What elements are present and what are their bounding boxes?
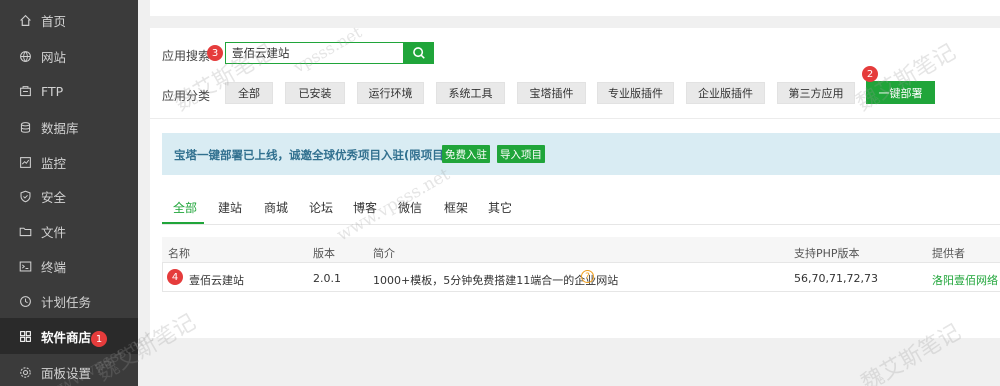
step-badge: 4 <box>167 269 183 285</box>
sidebar-item-label: 数据库 <box>41 120 79 136</box>
sidebar-item-label: 软件商店 <box>41 329 92 345</box>
column-header-provider[interactable]: 提供者 <box>932 245 965 261</box>
tab-other[interactable]: 其它 <box>488 199 512 216</box>
shield-icon <box>19 190 32 203</box>
category-one-click-deploy[interactable]: 一键部署 <box>866 81 935 104</box>
category-bt-plugins[interactable]: 宝塔插件 <box>517 82 586 104</box>
sidebar: 首页 网站 FTP 数据库 监控 安全 文件 终端 计划任务 软件商店 1 面板… <box>0 0 138 386</box>
divider <box>150 118 1000 119</box>
search-input[interactable] <box>226 43 403 63</box>
tab-framework[interactable]: 框架 <box>444 199 468 216</box>
app-php-versions: 56,70,71,72,73 <box>794 272 878 285</box>
category-all[interactable]: 全部 <box>225 82 273 104</box>
app-provider-link[interactable]: 洛阳壹佰网络 <box>932 272 998 288</box>
ftp-icon <box>19 85 32 98</box>
search-icon <box>412 46 426 60</box>
category-label: 应用分类 <box>162 89 211 103</box>
database-icon <box>19 121 32 134</box>
app-name[interactable]: 壹佰云建站 <box>189 272 244 288</box>
sidebar-item-ftp[interactable]: FTP <box>0 73 138 109</box>
sidebar-item-label: 终端 <box>41 259 67 275</box>
monitor-icon <box>19 156 32 169</box>
tab-mall[interactable]: 商城 <box>264 199 288 216</box>
category-pro-plugins[interactable]: 专业版插件 <box>597 82 674 104</box>
sidebar-item-label: 文件 <box>41 224 67 240</box>
category-installed[interactable]: 已安装 <box>285 82 345 104</box>
notice-text: 宝塔一键部署已上线，诚邀全球优秀项目入驻(限项目官方) <box>174 148 473 162</box>
sidebar-item-label: 面板设置 <box>41 365 92 381</box>
gear-icon <box>19 366 32 379</box>
free-join-button[interactable]: 免费入驻 <box>442 145 490 163</box>
sidebar-item-label: 计划任务 <box>41 294 92 310</box>
category-enterprise-plugins[interactable]: 企业版插件 <box>686 82 765 104</box>
category-runtime[interactable]: 运行环境 <box>357 82 424 104</box>
folder-icon <box>19 225 32 238</box>
sidebar-item-database[interactable]: 数据库 <box>0 109 138 145</box>
search-label: 应用搜索 <box>162 49 211 63</box>
app-version: 2.0.1 <box>313 272 341 285</box>
tab-blog[interactable]: 博客 <box>353 199 377 216</box>
step-badge: 3 <box>207 45 223 61</box>
apps-icon <box>19 330 32 343</box>
table-header <box>162 237 1000 263</box>
sidebar-item-terminal[interactable]: 终端 <box>0 248 138 284</box>
sidebar-item-cron[interactable]: 计划任务 <box>0 283 138 319</box>
clock-icon <box>19 295 32 308</box>
sidebar-item-label: 网站 <box>41 49 67 65</box>
sidebar-item-home[interactable]: 首页 <box>0 2 138 38</box>
tab-all[interactable]: 全部 <box>173 199 197 216</box>
column-header-description[interactable]: 简介 <box>373 245 395 261</box>
step-badge: 1 <box>91 331 107 347</box>
sidebar-item-app-store[interactable]: 软件商店 1 <box>0 318 138 354</box>
sidebar-item-label: 首页 <box>41 13 67 29</box>
globe-icon <box>19 50 32 63</box>
top-panel <box>150 0 1000 16</box>
category-third-party[interactable]: 第三方应用 <box>777 82 855 104</box>
sidebar-item-settings[interactable]: 面板设置 <box>0 354 138 386</box>
tab-forum[interactable]: 论坛 <box>309 199 333 216</box>
tab-website[interactable]: 建站 <box>218 199 242 216</box>
sidebar-item-files[interactable]: 文件 <box>0 213 138 249</box>
sidebar-item-label: 监控 <box>41 155 67 171</box>
column-header-php-versions[interactable]: 支持PHP版本 <box>794 245 860 261</box>
sidebar-item-monitor[interactable]: 监控 <box>0 144 138 180</box>
help-icon[interactable]: ? <box>581 270 594 283</box>
search-button[interactable] <box>404 42 434 64</box>
sidebar-item-label: FTP <box>41 83 64 99</box>
column-header-name[interactable]: 名称 <box>168 245 190 261</box>
tab-wechat[interactable]: 微信 <box>398 199 422 216</box>
tabs-divider <box>162 224 1000 225</box>
search-field[interactable] <box>225 42 404 64</box>
category-system-tools[interactable]: 系统工具 <box>436 82 505 104</box>
column-header-version[interactable]: 版本 <box>313 245 335 261</box>
home-icon <box>19 14 32 27</box>
terminal-icon <box>19 260 32 273</box>
sidebar-item-website[interactable]: 网站 <box>0 38 138 74</box>
sidebar-item-security[interactable]: 安全 <box>0 178 138 214</box>
sidebar-item-label: 安全 <box>41 189 67 205</box>
import-project-button[interactable]: 导入项目 <box>497 145 545 163</box>
step-badge: 2 <box>862 66 878 82</box>
